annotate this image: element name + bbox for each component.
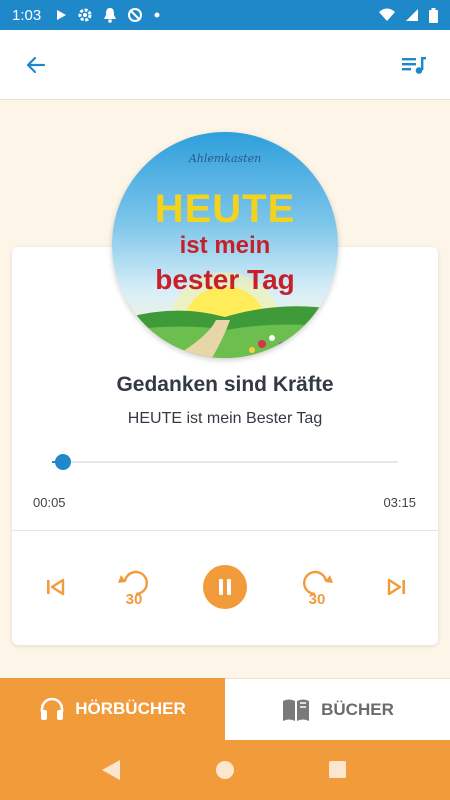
cover-title-line1: HEUTE [154,187,296,231]
cover-signature: Ahlemkasten [188,152,262,165]
nav-back-icon[interactable] [102,760,120,780]
next-button[interactable] [382,565,412,609]
previous-button[interactable] [40,565,70,609]
current-time: 00:05 [33,495,66,510]
headphones-icon [40,697,64,720]
system-navigation-bar [0,740,450,800]
tab-buecher[interactable]: BÜCHER [225,678,450,740]
status-bar: 1:03 [0,0,450,30]
album-title: HEUTE ist mein Bester Tag [127,410,323,427]
gear-icon [78,8,92,22]
wifi-icon [379,8,395,21]
tab-buecher-label: BÜCHER [321,699,394,719]
forward-label: 30 [309,591,326,607]
back-arrow-icon [26,56,46,73]
nav-recents-icon[interactable] [329,761,346,778]
app-bar [0,30,450,100]
tab-hoerbuecher[interactable]: HÖRBÜCHER [0,678,225,740]
skip-next-icon [387,578,405,596]
rewind-label: 30 [126,591,143,607]
cover-title-line2: ist mein [179,232,271,259]
rewind-30-icon: 30 [118,570,148,607]
forward-30-button[interactable]: 30 [295,565,339,609]
playlist-icon [402,56,426,74]
bottom-navigation: HÖRBÜCHER BÜCHER [0,678,450,740]
dot-icon [154,12,160,18]
book-icon [283,699,310,721]
cover-title-line3: bester Tag [155,264,295,295]
no-sync-icon [128,8,143,22]
progress-thumb[interactable] [55,454,71,470]
signal-icon [406,9,418,21]
system-nav-icons [102,760,346,780]
skip-previous-icon [47,578,65,596]
pause-button[interactable] [203,565,247,609]
duration: 03:15 [383,495,416,510]
playlist-button[interactable] [398,49,430,81]
pause-icon [219,579,231,595]
forward-30-icon: 30 [303,570,333,607]
play-icon [57,10,67,20]
back-button[interactable] [20,49,52,81]
tab-hoerbuecher-label: HÖRBÜCHER [75,699,186,718]
rewind-30-button[interactable]: 30 [112,565,156,609]
progress-track[interactable] [52,461,398,463]
nav-home-icon[interactable] [216,761,234,779]
track-title: Gedanken sind Kräfte [116,373,334,396]
status-time: 1:03 [12,6,42,24]
bell-icon [104,8,117,23]
album-cover: Ahlemkasten HEUTE ist mein bester Tag [112,132,338,358]
battery-icon [429,7,438,23]
card-divider [12,530,438,531]
